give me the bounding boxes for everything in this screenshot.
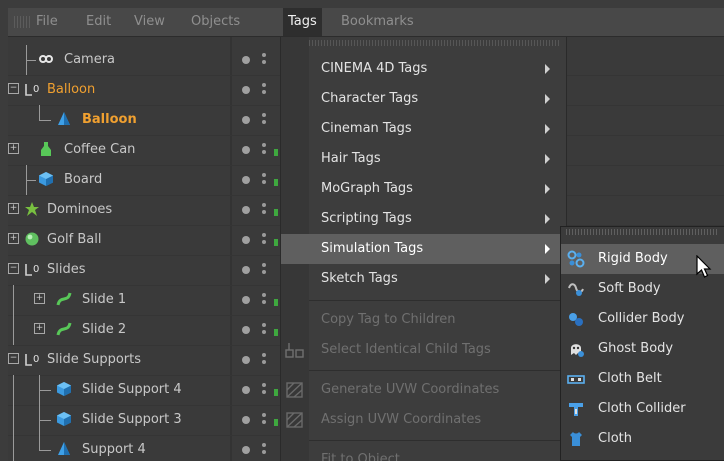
svg-text:0: 0 — [33, 264, 39, 275]
camera-icon — [39, 55, 53, 63]
uvw-generate-icon — [286, 382, 303, 398]
cube-icon — [57, 412, 71, 426]
bottle-icon — [41, 142, 51, 156]
expand-icon[interactable]: + — [34, 323, 45, 334]
cloth-collider-icon — [569, 403, 583, 416]
menu-item-generate-uvw-coordinates: Generate UVW Coordinates — [281, 375, 566, 405]
null-object-icon: 0 — [25, 354, 39, 366]
menu-tags[interactable]: Tags — [283, 8, 322, 36]
submenu-arrow-icon — [545, 274, 550, 284]
object-label: Board — [64, 172, 103, 187]
expand-icon[interactable]: − — [8, 353, 19, 364]
object-label: Coffee Can — [64, 142, 136, 157]
menu-item-fit-to-object: Fit to Object — [321, 452, 400, 461]
ghost-body-icon — [571, 344, 584, 357]
submenu-arrow-icon — [545, 214, 550, 224]
expand-icon[interactable]: + — [8, 143, 19, 154]
menu-item-assign-uvw-coordinates: Assign UVW Coordinates — [281, 405, 566, 435]
submenu-item-cloth-collider[interactable]: Cloth Collider — [561, 394, 724, 424]
menu-edit[interactable]: Edit — [86, 14, 111, 29]
menu-item-sketch-tags[interactable]: Sketch Tags — [281, 264, 566, 294]
cone-primitive-icon — [58, 442, 70, 455]
expand-icon[interactable]: − — [8, 263, 19, 274]
null-object-icon: 0 — [25, 84, 39, 96]
object-label: Slides — [47, 262, 86, 277]
object-label: Balloon — [47, 82, 96, 97]
null-object-icon: 0 — [25, 264, 39, 276]
sphere-icon — [25, 232, 39, 246]
menu-item-cineman-tags[interactable]: Cineman Tags — [281, 114, 566, 144]
cube-icon — [57, 382, 71, 396]
submenu-arrow-icon — [545, 244, 550, 254]
object-label: Slide Support 4 — [82, 382, 182, 397]
object-label: Slide 1 — [82, 292, 127, 307]
rigid-body-icon — [567, 250, 585, 268]
expand-icon[interactable]: − — [8, 83, 19, 94]
soft-body-icon — [568, 283, 584, 296]
menu-separator — [309, 440, 561, 441]
menu-separator — [309, 370, 561, 371]
spline-object-icon — [56, 292, 72, 306]
cone-primitive-icon — [58, 112, 70, 125]
select-child-tags-icon — [285, 343, 304, 358]
object-label: Balloon — [82, 112, 137, 127]
menubar-grip-icon[interactable] — [14, 16, 30, 28]
menu-bar: File Edit View Objects Tags Bookmarks — [8, 8, 724, 37]
uvw-assign-icon — [286, 412, 303, 428]
menu-item-scripting-tags[interactable]: Scripting Tags — [281, 204, 566, 234]
cloth-icon — [570, 432, 582, 446]
object-label: Support 4 — [82, 442, 146, 457]
submenu-item-cloth-belt[interactable]: Cloth Belt — [561, 364, 724, 394]
cloth-belt-icon — [567, 375, 585, 384]
svg-text:0: 0 — [33, 354, 39, 365]
menu-file[interactable]: File — [36, 14, 58, 29]
menu-item-character-tags[interactable]: Character Tags — [281, 84, 566, 114]
mouse-pointer-icon — [696, 255, 712, 278]
menu-view[interactable]: View — [134, 14, 165, 29]
svg-text:0: 0 — [33, 84, 39, 95]
expand-icon[interactable]: + — [8, 233, 19, 244]
submenu-tearoff-grip[interactable] — [566, 229, 718, 235]
submenu-item-collider-body[interactable]: Collider Body — [561, 304, 724, 334]
expand-icon[interactable]: + — [34, 293, 45, 304]
object-label: Dominoes — [47, 202, 113, 217]
submenu-arrow-icon — [545, 154, 550, 164]
submenu-item-cloth[interactable]: Cloth — [561, 424, 724, 454]
submenu-item-ghost-body[interactable]: Ghost Body — [561, 334, 724, 364]
menu-item-select-identical-child-tags: Select Identical Child Tags — [281, 335, 566, 365]
cloner-icon — [25, 202, 39, 216]
collider-body-icon — [569, 313, 583, 326]
expand-icon[interactable]: + — [8, 203, 19, 214]
submenu-arrow-icon — [545, 94, 550, 104]
submenu-arrow-icon — [545, 64, 550, 74]
menu-item-copy-tag-to-children: Copy Tag to Children — [321, 312, 456, 327]
menu-bookmarks[interactable]: Bookmarks — [341, 14, 414, 29]
submenu-arrow-icon — [545, 184, 550, 194]
menu-item-cinema4d-tags[interactable]: CINEMA 4D Tags — [281, 54, 566, 84]
menu-tearoff-grip[interactable] — [309, 40, 561, 46]
spline-object-icon — [56, 322, 72, 336]
menu-separator — [309, 300, 561, 301]
submenu-arrow-icon — [545, 124, 550, 134]
tags-dropdown-menu: CINEMA 4D Tags Character Tags Cineman Ta… — [280, 37, 567, 461]
object-label: Slide Supports — [47, 352, 142, 367]
object-label: Slide 2 — [82, 322, 127, 337]
menu-item-simulation-tags[interactable]: Simulation Tags — [281, 234, 566, 264]
menu-item-hair-tags[interactable]: Hair Tags — [281, 144, 566, 174]
object-label: Golf Ball — [47, 232, 102, 247]
menu-objects[interactable]: Objects — [191, 14, 240, 29]
object-label: Camera — [64, 52, 116, 67]
object-label: Slide Support 3 — [82, 412, 182, 427]
menu-item-mograph-tags[interactable]: MoGraph Tags — [281, 174, 566, 204]
cube-icon — [39, 172, 53, 186]
